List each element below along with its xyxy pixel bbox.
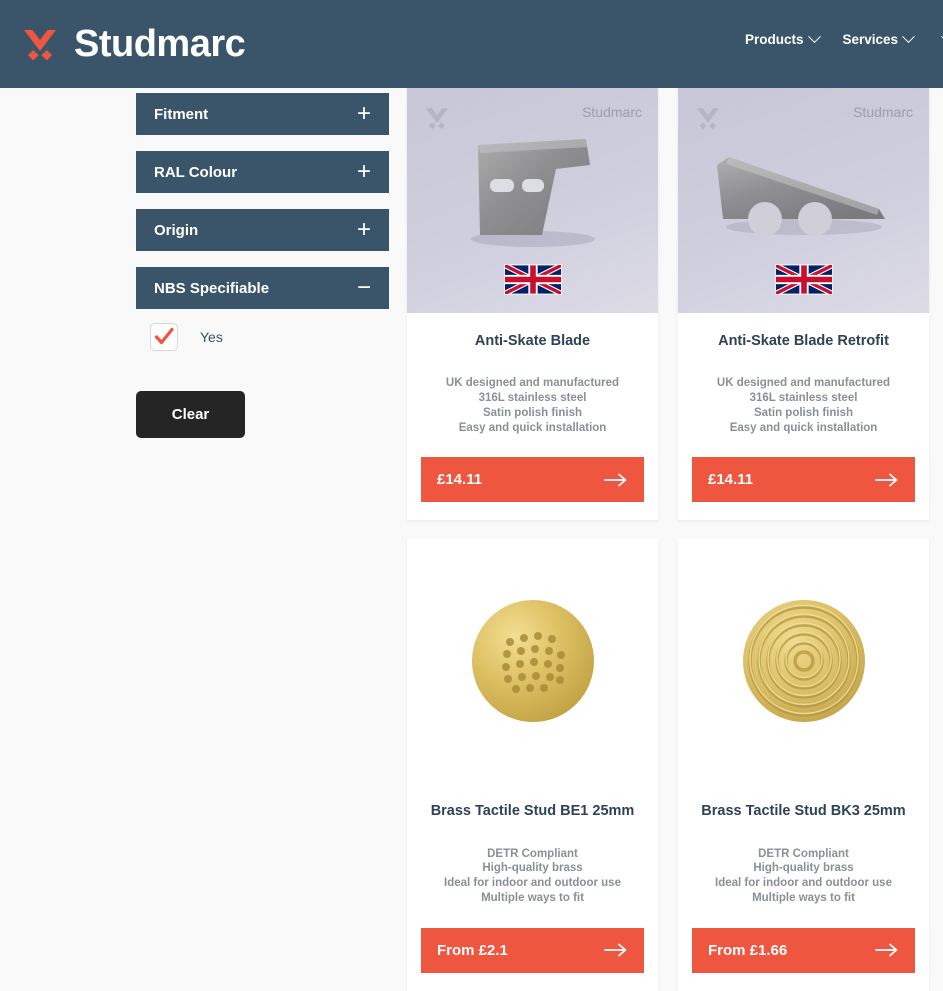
plus-icon: + <box>356 100 371 127</box>
arrow-right-icon <box>604 943 628 957</box>
minus-icon: − <box>356 274 371 301</box>
filter-group-ral-colour: RAL Colour + <box>136 151 389 193</box>
nav-item-products-label: Products <box>745 32 804 47</box>
uk-flag-icon <box>503 262 562 297</box>
product-card[interactable]: Studmarc <box>407 88 658 521</box>
checkbox-nbs-yes[interactable] <box>150 323 178 351</box>
nav-item-services[interactable]: Services <box>842 30 915 47</box>
plus-icon: + <box>356 216 371 243</box>
product-render <box>678 538 929 783</box>
filter-label-ral-colour: RAL Colour <box>154 163 238 181</box>
product-feature: 316L stainless steel <box>749 392 858 405</box>
product-feature: DETR Compliant <box>758 847 849 860</box>
filter-toggle-nbs-specifiable[interactable]: NBS Specifiable − <box>136 267 389 309</box>
product-price: £14.11 <box>437 471 483 489</box>
uk-flag-icon <box>774 262 833 297</box>
product-image-brass-tactile-stud-bk3 <box>678 538 929 784</box>
filter-option-yes[interactable]: Yes <box>150 323 389 351</box>
product-feature: UK designed and manufactured <box>716 377 891 390</box>
filter-group-origin: Origin + <box>136 209 389 251</box>
product-price-button[interactable]: From £1.66 <box>692 927 915 973</box>
product-feature: Easy and quick installation <box>458 421 607 434</box>
product-image-anti-skate-blade: Studmarc <box>407 88 658 313</box>
arrow-right-icon <box>875 473 899 487</box>
site-header: Studmarc Products Services <box>0 0 943 88</box>
main-navigation: Products Services <box>745 30 943 47</box>
product-feature: DETR Compliant <box>487 847 578 860</box>
product-feature: Multiple ways to fit <box>481 891 584 904</box>
brand-name: Studmarc <box>74 23 246 65</box>
nav-item-truncated[interactable] <box>937 30 943 44</box>
product-title: Brass Tactile Stud BE1 25mm <box>430 803 635 820</box>
filter-toggle-ral-colour[interactable]: RAL Colour + <box>136 151 389 193</box>
product-grid: Studmarc Anti-Skate Blade UK designed an… <box>407 88 943 991</box>
product-card[interactable]: Brass Tactile Stud BE1 25mm DETR Complia… <box>407 538 658 991</box>
product-features: UK designed and manufactured 316L stainl… <box>407 350 658 435</box>
product-feature: Satin polish finish <box>753 406 854 419</box>
brand-logo[interactable]: Studmarc <box>20 23 246 65</box>
product-render <box>407 538 658 783</box>
product-feature: Ideal for indoor and outdoor use <box>444 877 621 890</box>
product-feature: UK designed and manufactured <box>445 377 620 390</box>
product-price: £14.11 <box>708 471 754 489</box>
filter-toggle-origin[interactable]: Origin + <box>136 209 389 251</box>
product-feature: Multiple ways to fit <box>752 891 855 904</box>
filter-group-nbs-specifiable: NBS Specifiable − Yes <box>136 267 389 351</box>
filter-group-fitment: Fitment + <box>136 93 389 135</box>
product-price-button[interactable]: From £2.1 <box>421 927 644 973</box>
product-feature: 316L stainless steel <box>478 392 587 405</box>
product-price-button[interactable]: £14.11 <box>421 457 644 503</box>
filter-options-nbs-specifiable: Yes <box>136 309 389 351</box>
product-image-anti-skate-blade-retrofit: Studmarc <box>678 88 929 313</box>
product-title: Brass Tactile Stud BK3 25mm <box>701 803 906 820</box>
product-feature: High-quality brass <box>753 862 854 875</box>
arrow-right-icon <box>875 943 899 957</box>
clear-filters-button[interactable]: Clear <box>136 391 245 438</box>
product-feature: Satin polish finish <box>482 406 583 419</box>
product-title: Anti-Skate Blade Retrofit <box>718 333 889 349</box>
product-features: DETR Compliant High-quality brass Ideal … <box>407 821 658 906</box>
product-price-button[interactable]: £14.11 <box>692 457 915 503</box>
filter-label-nbs-specifiable: NBS Specifiable <box>154 279 270 297</box>
chevron-down-icon <box>807 30 821 44</box>
product-title: Anti-Skate Blade <box>474 333 591 349</box>
product-features: DETR Compliant High-quality brass Ideal … <box>678 821 929 906</box>
checkmark-icon <box>154 327 174 345</box>
filter-sidebar: Fitment + RAL Colour + Origin + NBS Spec… <box>136 93 389 438</box>
chevron-down-icon <box>902 30 915 44</box>
filter-label-fitment: Fitment <box>154 105 209 123</box>
filter-option-yes-label: Yes <box>200 329 223 345</box>
nav-item-services-label: Services <box>842 32 899 47</box>
product-image-brass-tactile-stud-be1 <box>407 538 658 784</box>
product-card[interactable]: Studmarc <box>678 88 929 521</box>
product-feature: High-quality brass <box>482 862 583 875</box>
filter-label-origin: Origin <box>154 221 199 239</box>
arrow-right-icon <box>604 473 628 487</box>
product-feature: Easy and quick installation <box>729 421 878 434</box>
nav-item-products[interactable]: Products <box>745 30 821 47</box>
plus-icon: + <box>356 158 371 185</box>
product-price: From £2.1 <box>437 941 508 959</box>
filter-toggle-fitment[interactable]: Fitment + <box>136 93 389 135</box>
studmarc-chevron-logo-icon <box>20 24 60 64</box>
product-features: UK designed and manufactured 316L stainl… <box>678 350 929 435</box>
page-body: Fitment + RAL Colour + Origin + NBS Spec… <box>0 88 943 991</box>
product-price: From £1.66 <box>708 941 788 959</box>
product-feature: Ideal for indoor and outdoor use <box>715 877 892 890</box>
product-card[interactable]: Brass Tactile Stud BK3 25mm DETR Complia… <box>678 538 929 991</box>
